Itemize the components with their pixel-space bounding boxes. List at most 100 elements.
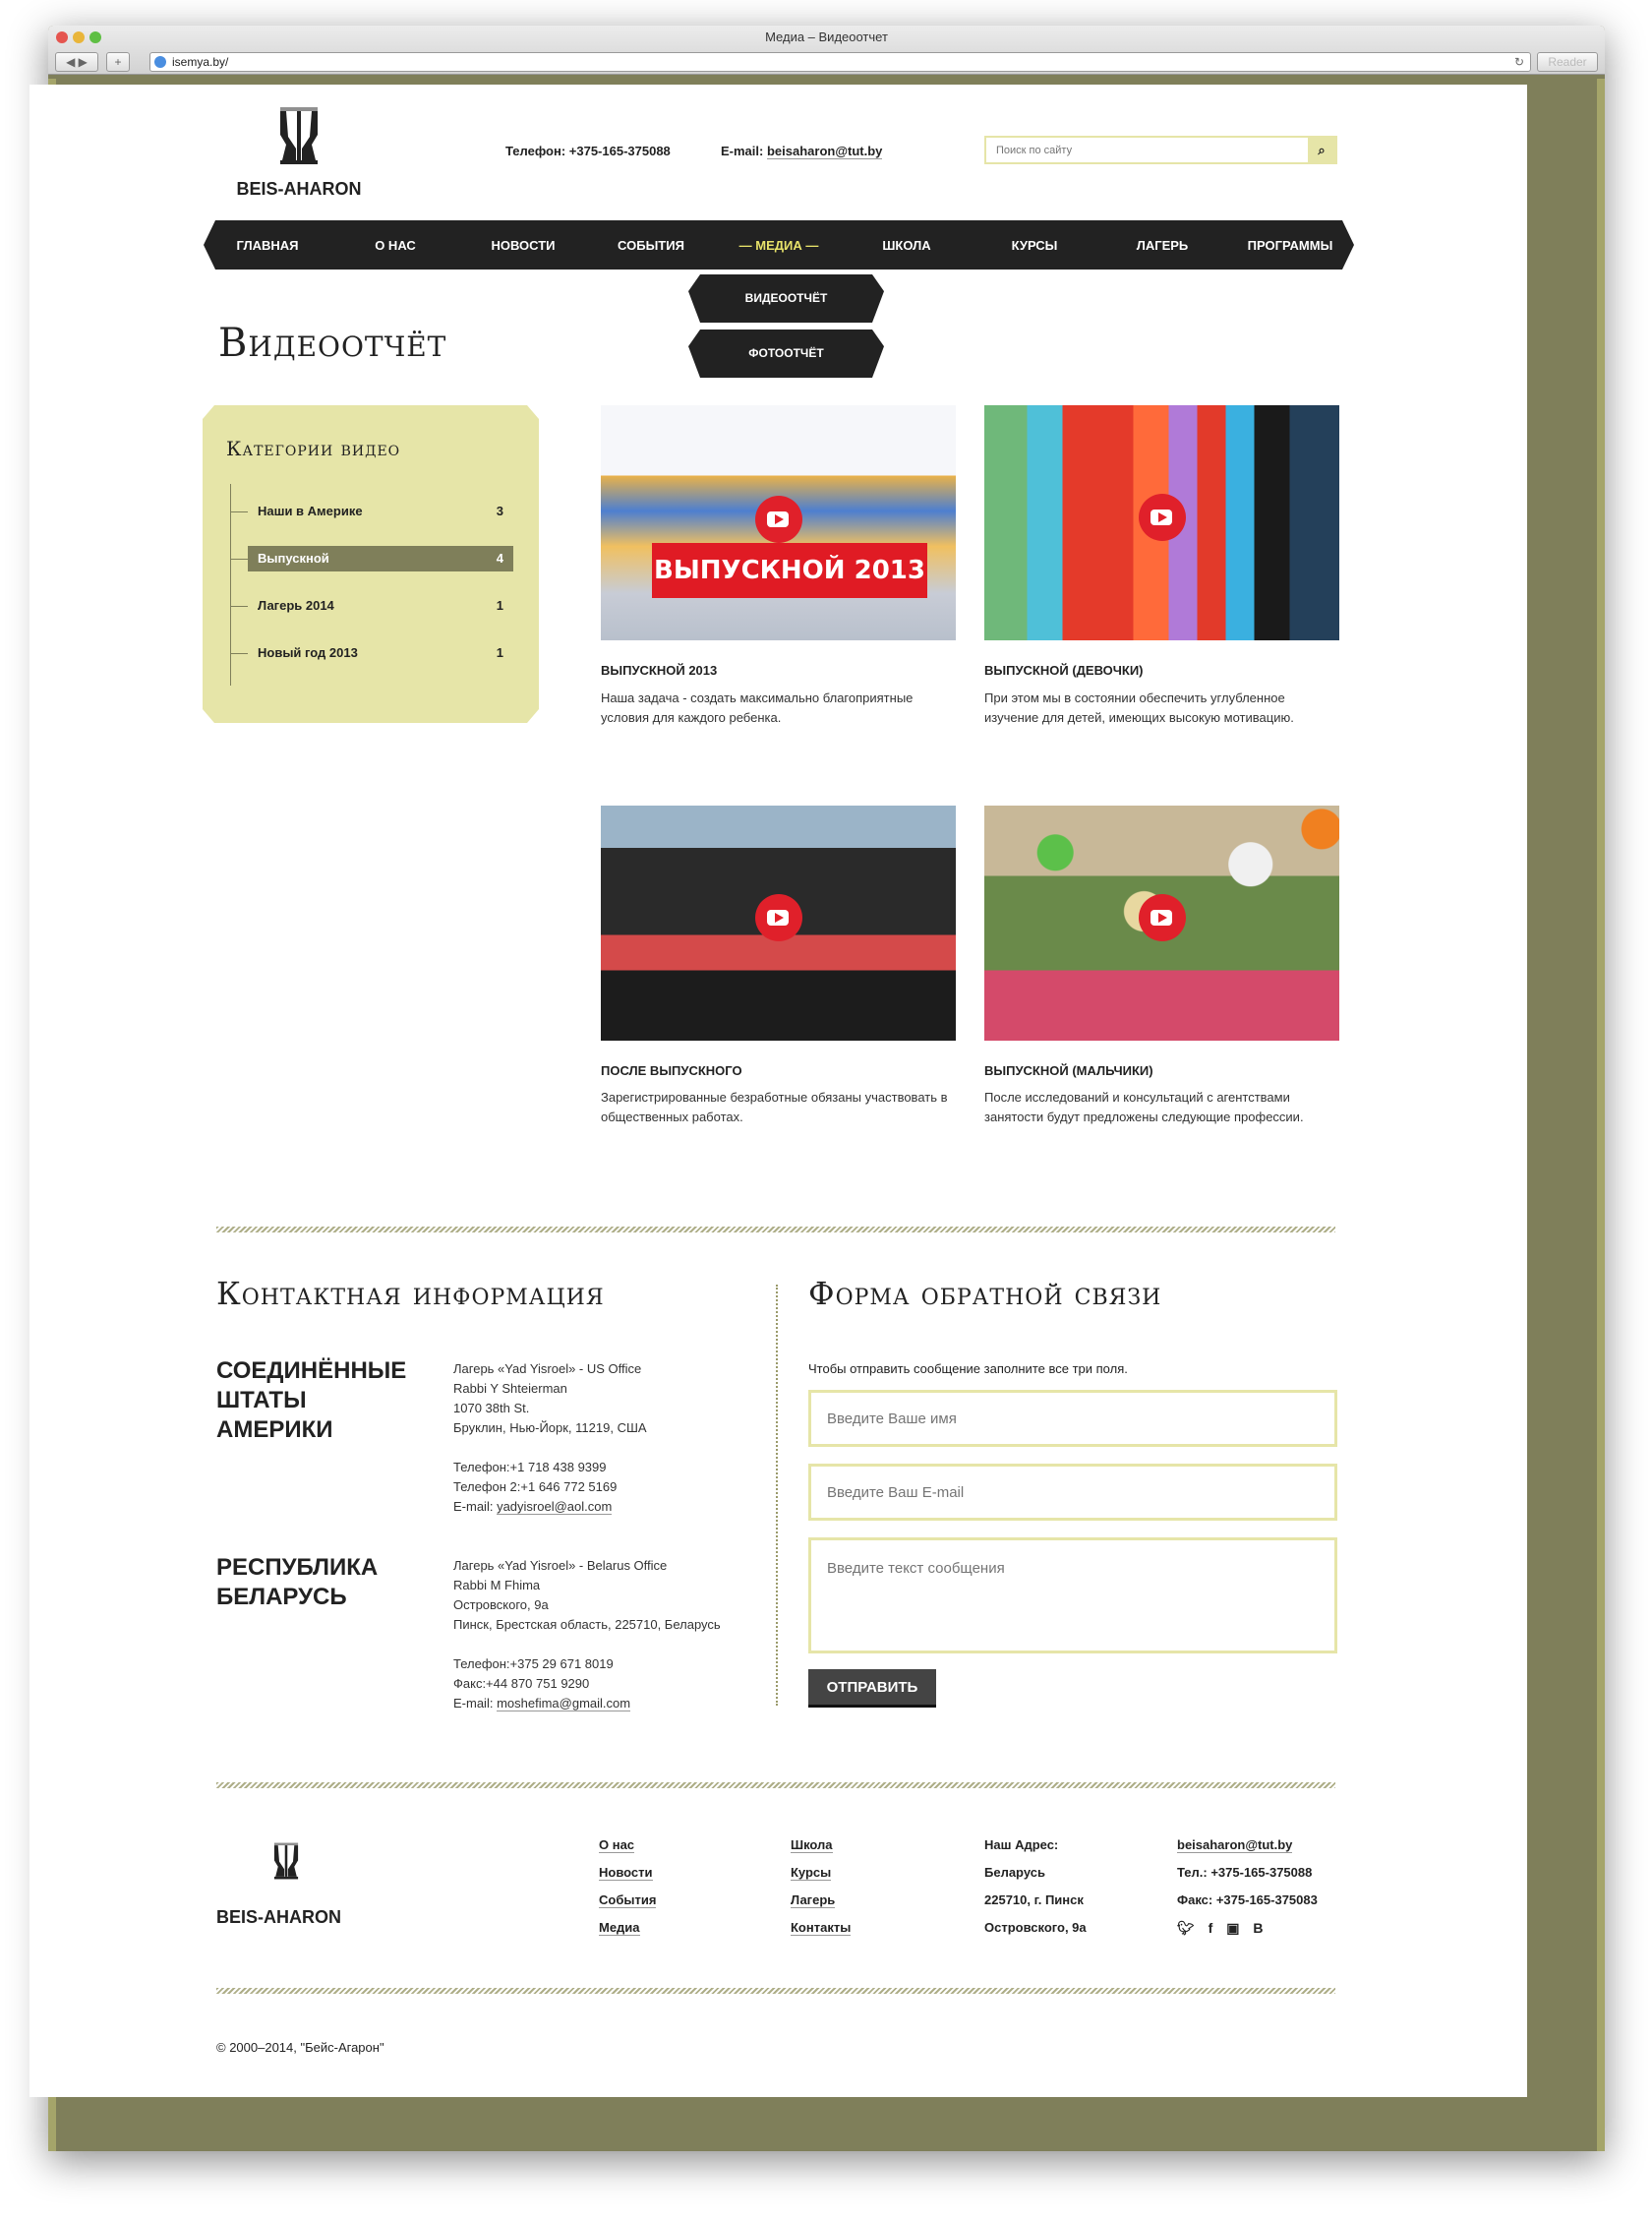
tree-tick	[230, 559, 248, 560]
address-line: Лагерь «Yad Yisroel» - US Office	[453, 1361, 642, 1376]
page-title: Видеоотчёт	[218, 321, 447, 366]
category-label: Новый год 2013	[258, 645, 358, 660]
nav-programs[interactable]: ПРОГРАММЫ	[1226, 238, 1354, 253]
footer-logo-text: BEIS-AHARON	[216, 1907, 342, 1927]
video-thumbnail[interactable]	[984, 806, 1339, 1041]
usa-address: Лагерь «Yad Yisroel» - US Office Rabbi Y…	[453, 1359, 647, 1517]
nav-about[interactable]: О НАС	[331, 238, 459, 253]
address-line: Rabbi M Fhima	[453, 1578, 541, 1592]
nav-courses[interactable]: КУРСЫ	[971, 238, 1098, 253]
footer-logo[interactable]	[266, 1831, 307, 1891]
video-description: При этом мы в состоянии обеспечить углуб…	[984, 690, 1294, 725]
video-thumbnail[interactable]	[601, 806, 956, 1041]
email-label: E-mail:	[453, 1696, 494, 1711]
footer-link-contacts[interactable]: Контакты	[791, 1920, 852, 1936]
youtube-icon[interactable]: ▣	[1226, 1920, 1239, 1936]
email-input[interactable]	[808, 1464, 1337, 1521]
address-line: Островского, 9а	[453, 1597, 549, 1612]
play-icon[interactable]	[754, 495, 802, 543]
back-forward-buttons[interactable]: ◀ ▶	[55, 52, 98, 72]
category-item[interactable]: Наши в Америке 3	[248, 499, 513, 524]
reader-button[interactable]: Reader	[1537, 52, 1598, 72]
right-border	[1597, 79, 1605, 2151]
nav-home[interactable]: ГЛАВНАЯ	[204, 238, 331, 253]
name-input[interactable]	[808, 1390, 1337, 1447]
nav-media-label: МЕДИА	[755, 237, 802, 253]
wavy-divider	[216, 1782, 1335, 1788]
region-name-belarus: РЕСПУБЛИКА БЕЛАРУСЬ	[216, 1554, 379, 1610]
footer-email-link[interactable]: beisaharon@tut.by	[1177, 1837, 1293, 1853]
reload-icon[interactable]: ↻	[1514, 53, 1524, 71]
dropdown-photo-report[interactable]: ФОТООТЧЁТ	[688, 330, 884, 378]
play-icon[interactable]	[1138, 493, 1186, 541]
footer-link-school[interactable]: Школа	[791, 1837, 833, 1853]
video-thumbnail[interactable]	[984, 405, 1339, 640]
nav-camp[interactable]: ЛАГЕРЬ	[1098, 238, 1226, 253]
category-count: 1	[496, 645, 503, 660]
search-button[interactable]: ⌕	[1308, 138, 1335, 162]
main-nav: ГЛАВНАЯ О НАС НОВОСТИ СОБЫТИЯ — МЕДИА — …	[204, 220, 1354, 270]
address-line: 1070 38th St.	[453, 1401, 530, 1415]
nav-events[interactable]: СОБЫТИЯ	[587, 238, 715, 253]
footer-link-media[interactable]: Медиа	[599, 1920, 640, 1936]
search-box: ⌕	[984, 136, 1337, 164]
category-item[interactable]: Новый год 2013 1	[248, 640, 513, 666]
add-bookmark-button[interactable]: +	[106, 52, 130, 72]
video-thumbnail[interactable]: ВЫПУСКНОЙ 2013	[601, 405, 956, 640]
category-item[interactable]: Лагерь 2014 1	[248, 593, 513, 619]
footer-links-col1: О нас Новости События Медиа	[599, 1831, 657, 1942]
play-icon[interactable]	[1138, 893, 1186, 941]
address-bar[interactable]: isemya.by/ ↻	[149, 52, 1531, 72]
phone-line: Телефон:+1 718 438 9399	[453, 1460, 607, 1474]
copyright: © 2000–2014, "Бейс-Агарон"	[216, 2040, 384, 2055]
nav-media[interactable]: — МЕДИА —	[715, 238, 843, 253]
phone-line: Телефон 2:+1 646 772 5169	[453, 1479, 618, 1494]
belarus-email-link[interactable]: moshefima@gmail.com	[497, 1696, 631, 1711]
search-icon: ⌕	[1318, 143, 1326, 157]
header-email-link[interactable]: beisaharon@tut.by	[766, 144, 883, 159]
logo[interactable]	[266, 105, 331, 166]
email-label: E-mail:	[721, 144, 764, 158]
nav-news[interactable]: НОВОСТИ	[459, 238, 587, 253]
footer-link-events[interactable]: События	[599, 1892, 657, 1908]
video-title[interactable]: ПОСЛЕ ВЫПУСКНОГО	[601, 1063, 742, 1078]
belarus-address: Лагерь «Yad Yisroel» - Belarus Office Ra…	[453, 1556, 721, 1713]
footer-link-news[interactable]: Новости	[599, 1865, 653, 1881]
nav-school[interactable]: ШКОЛА	[843, 238, 971, 253]
address-label: Наш Адрес:	[984, 1837, 1059, 1852]
vk-icon[interactable]: B	[1253, 1920, 1263, 1936]
categories-sidebar: Категории видео Наши в Америке 3 Выпускно…	[203, 405, 539, 723]
video-title[interactable]: ВЫПУСКНОЙ (ДЕВОЧКИ)	[984, 663, 1144, 678]
form-hint: Чтобы отправить сообщение заполните все …	[808, 1361, 1128, 1376]
footer-address: Наш Адрес: Беларусь 225710, г. Пинск Ост…	[984, 1831, 1087, 1942]
category-label: Выпускной	[258, 551, 329, 566]
video-description: После исследований и консультаций с аген…	[984, 1090, 1304, 1124]
tree-line	[230, 484, 231, 686]
email-label: E-mail:	[453, 1499, 494, 1514]
footer-link-camp[interactable]: Лагерь	[791, 1892, 836, 1908]
usa-email-link[interactable]: yadyisroel@aol.com	[497, 1499, 613, 1515]
facebook-icon[interactable]: f	[1209, 1920, 1213, 1936]
footer-link-about[interactable]: О нас	[599, 1837, 635, 1853]
video-description: Зарегистрированные безработные обязаны у…	[601, 1090, 948, 1124]
submit-button[interactable]: ОТПРАВИТЬ	[808, 1669, 936, 1708]
video-title[interactable]: ВЫПУСКНОЙ 2013	[601, 663, 717, 678]
category-count: 1	[496, 598, 503, 613]
category-label: Наши в Америке	[258, 504, 363, 518]
region-name-usa: СОЕДИНЁННЫЕ ШТАТЫ АМЕРИКИ	[216, 1357, 407, 1443]
twitter-icon[interactable]: 🐦︎	[1177, 1920, 1195, 1936]
category-count: 3	[496, 504, 503, 518]
address-line: Пинск, Брестская область, 225710, Белару…	[453, 1617, 721, 1632]
category-item-active[interactable]: Выпускной 4	[248, 546, 513, 571]
play-icon[interactable]	[754, 893, 802, 941]
video-title[interactable]: ВЫПУСКНОЙ (МАЛЬЧИКИ)	[984, 1063, 1153, 1078]
footer-contact: beisaharon@tut.by Тел.: +375-165-375088 …	[1177, 1831, 1318, 1942]
footer-fax: Факс: +375-165-375083	[1177, 1892, 1318, 1907]
form-title: Форма обратной связи	[808, 1275, 1162, 1312]
toolbar: ◀ ▶ + isemya.by/ ↻ Reader	[48, 50, 1605, 76]
dropdown-video-report[interactable]: ВИДЕООТЧЁТ	[688, 274, 884, 323]
search-input[interactable]	[986, 138, 1301, 162]
footer-phone: Тел.: +375-165-375088	[1177, 1865, 1313, 1880]
message-input[interactable]	[808, 1537, 1337, 1653]
footer-link-courses[interactable]: Курсы	[791, 1865, 832, 1881]
